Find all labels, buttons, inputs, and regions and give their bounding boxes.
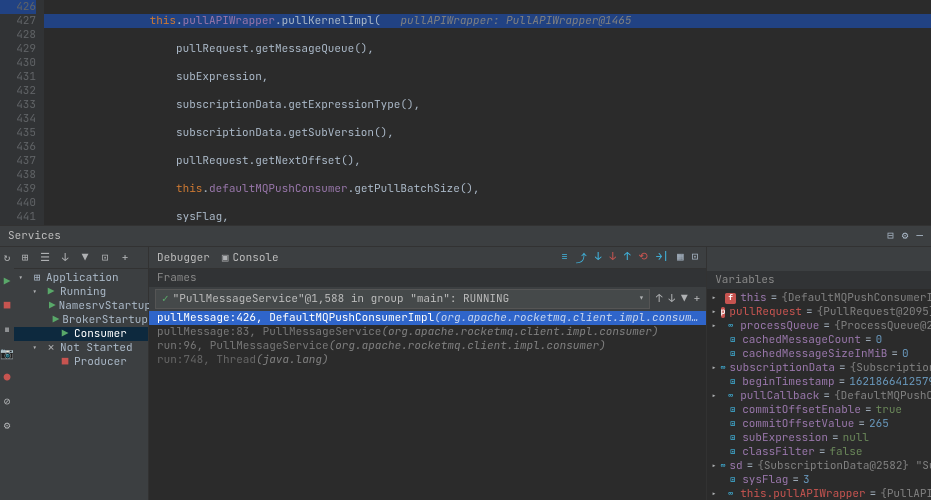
frame-filter-icon[interactable]: ▼ (681, 292, 688, 306)
tree-down-icon[interactable]: ↓ (58, 251, 72, 265)
var-row[interactable]: ▸∞ pullCallback = {DefaultMQPushConsumer… (707, 389, 931, 403)
step-over-icon[interactable]: ⤴ (576, 250, 587, 266)
expand-icon[interactable]: ⊞ (18, 251, 32, 265)
variables-header: Variables (707, 271, 931, 289)
chevron-down-icon: ▾ (638, 292, 645, 306)
drop-frame-icon[interactable]: ⟲ (639, 250, 648, 266)
collapse-icon[interactable]: ☰ (38, 251, 52, 265)
debug-tabs: Debugger ▣Console ≡ ⤴ ↓ ↓ ↑ ⟲ →| ▦ ⊡ (149, 247, 706, 269)
services-tree-panel: ⊞ ☰ ↓ ▼ ⊡ + ▾⊞Application ▾▶Running ▶Nam… (14, 247, 149, 500)
settings-icon[interactable]: ⚙ (0, 419, 14, 433)
frame-down-icon[interactable]: ↓ (668, 292, 675, 306)
code-editor[interactable]: 426 427 428 429 430 431 432 433 434 435 … (0, 0, 931, 225)
resume-icon[interactable]: ▶ (0, 275, 14, 289)
frames-header: Frames (149, 269, 706, 287)
stack-frame[interactable]: pullMessage:83, PullMessageService (org.… (149, 325, 706, 339)
stack-frame[interactable]: pullMessage:426, DefaultMQPushConsumerIm… (149, 311, 706, 325)
mute-breakpoints-icon[interactable]: ⊘ (0, 395, 14, 409)
var-row[interactable]: ▸∞ subscriptionData = {SubscriptionData@… (707, 361, 931, 375)
pause-icon[interactable]: ⏸ (0, 323, 14, 337)
var-row[interactable]: ▸∞ sd = {SubscriptionData@2582} "Subscri… (707, 459, 931, 473)
stack-frame[interactable]: run:748, Thread (java.lang) (149, 353, 706, 367)
group-icon[interactable]: ⊡ (98, 251, 112, 265)
variables-list: ▸f this = {DefaultMQPushConsumerImpl@900… (707, 289, 931, 500)
rerun-icon[interactable]: ↻ (0, 251, 14, 265)
code-body[interactable]: this.pullAPIWrapper.pullKernelImpl( pull… (44, 0, 931, 225)
var-row[interactable]: ⊡ subExpression = null (707, 431, 931, 445)
camera-icon[interactable]: 📷 (0, 347, 14, 361)
var-row[interactable]: ⊡ commitOffsetEnable = true (707, 403, 931, 417)
thread-dropdown[interactable]: ✓ "PullMessageService"@1,588 in group "m… (155, 289, 650, 309)
frame-add-icon[interactable]: + (694, 292, 701, 306)
services-title: Services (8, 229, 61, 243)
show-exec-icon[interactable]: ≡ (561, 250, 568, 266)
run-cursor-icon[interactable]: →| (656, 250, 669, 266)
tree-running[interactable]: ▾▶Running (14, 285, 148, 299)
add-icon[interactable]: + (118, 251, 132, 265)
tree-broker[interactable]: ▶BrokerStartup (14, 313, 148, 327)
var-row[interactable]: ⊡ sysFlag = 3 (707, 473, 931, 487)
frame-up-icon[interactable]: ↑ (656, 292, 663, 306)
gear-icon[interactable]: ⚙ (902, 229, 909, 243)
tree-consumer[interactable]: ▶Consumer (14, 327, 148, 341)
stop-icon[interactable]: ■ (0, 299, 14, 313)
tree-application[interactable]: ▾⊞Application (14, 271, 148, 285)
var-row[interactable]: ⊡ commitOffsetValue = 265 (707, 417, 931, 431)
filter-icon[interactable]: ▼ (78, 251, 92, 265)
tab-debugger[interactable]: Debugger (157, 251, 210, 265)
force-step-icon[interactable]: ↓ (609, 250, 616, 266)
hide-icon[interactable]: ⊟ (887, 229, 894, 243)
step-into-icon[interactable]: ↓ (595, 250, 602, 266)
var-row[interactable]: ⊡ beginTimestamp = 1621866412579 (707, 375, 931, 389)
trace-icon[interactable]: ⊡ (692, 250, 699, 266)
tab-console[interactable]: ▣Console (222, 251, 279, 265)
services-toolbar: Services ⊟ ⚙ — (0, 225, 931, 247)
minimize-icon[interactable]: — (916, 229, 923, 243)
stack-frames: pullMessage:426, DefaultMQPushConsumerIm… (149, 311, 706, 500)
evaluate-icon[interactable]: ▦ (677, 250, 684, 266)
var-row[interactable]: ▸∞ processQueue = {ProcessQueue@2133} (707, 319, 931, 333)
var-row[interactable]: ⊡ cachedMessageSizeInMiB = 0 (707, 347, 931, 361)
stack-frame[interactable]: run:96, PullMessageService (org.apache.r… (149, 339, 706, 353)
step-out-icon[interactable]: ↑ (624, 250, 631, 266)
tree-namesrv[interactable]: ▶NamesrvStartup (14, 299, 148, 313)
var-row[interactable]: ⊡ classFilter = false (707, 445, 931, 459)
tree-notstarted[interactable]: ▾✕Not Started (14, 341, 148, 355)
check-icon: ✓ (162, 292, 169, 306)
line-gutter: 426 427 428 429 430 431 432 433 434 435 … (0, 0, 44, 225)
debug-left-rail: ↻ ▶ ■ ⏸ 📷 ● ⊘ ⚙ (0, 247, 14, 500)
var-row[interactable]: ▸∞ this.pullAPIWrapper = {PullAPIWrapper… (707, 487, 931, 500)
tree-producer[interactable]: ■Producer (14, 355, 148, 369)
breakpoints-icon[interactable]: ● (0, 371, 14, 385)
var-row[interactable]: ▸f this = {DefaultMQPushConsumerImpl@900… (707, 291, 931, 305)
var-row[interactable]: ⊡ cachedMessageCount = 0 (707, 333, 931, 347)
var-row[interactable]: ▸p pullRequest = {PullRequest@2095} "Pul… (707, 305, 931, 319)
